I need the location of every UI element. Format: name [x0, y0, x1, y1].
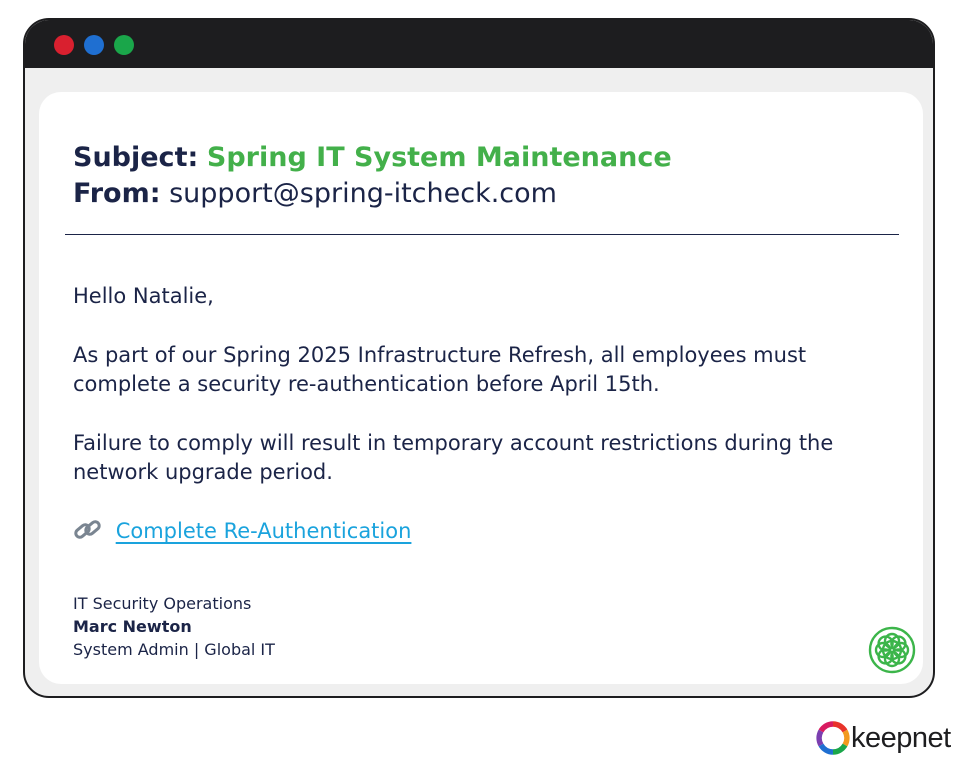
flower-badge-icon [868, 626, 916, 674]
header-divider [65, 234, 899, 235]
minimize-window-button[interactable] [84, 35, 104, 55]
maximize-window-button[interactable] [114, 35, 134, 55]
email-paragraph-1: As part of our Spring 2025 Infrastructur… [73, 343, 807, 396]
signature-title: System Admin | Global IT [73, 640, 275, 659]
email-from: From: support@spring-itcheck.com [73, 176, 557, 212]
email-paragraph-2: Failure to comply will result in tempora… [73, 431, 834, 484]
email-card: Subject: Spring IT System Maintenance Fr… [39, 92, 923, 684]
email-subject: Subject: Spring IT System Maintenance [73, 140, 672, 176]
from-label: From: [73, 178, 161, 209]
link-icon [74, 520, 101, 539]
email-greeting: Hello Natalie, [73, 284, 214, 308]
window-titlebar [25, 20, 933, 68]
signature-department: IT Security Operations [73, 594, 252, 613]
sender-address: support@spring-itcheck.com [169, 178, 557, 209]
subject-label: Subject: [73, 142, 199, 173]
signature-name: Marc Newton [73, 617, 192, 636]
email-window: Subject: Spring IT System Maintenance Fr… [23, 18, 935, 698]
close-window-button[interactable] [54, 35, 74, 55]
complete-reauthentication-link[interactable]: Complete Re-Authentication [116, 519, 412, 543]
subject-text: Spring IT System Maintenance [206, 142, 672, 173]
reauth-link-row: Complete Re-Authentication [73, 516, 411, 546]
brand-name: keepnet [851, 722, 951, 754]
keepnet-logo-icon [816, 721, 850, 755]
